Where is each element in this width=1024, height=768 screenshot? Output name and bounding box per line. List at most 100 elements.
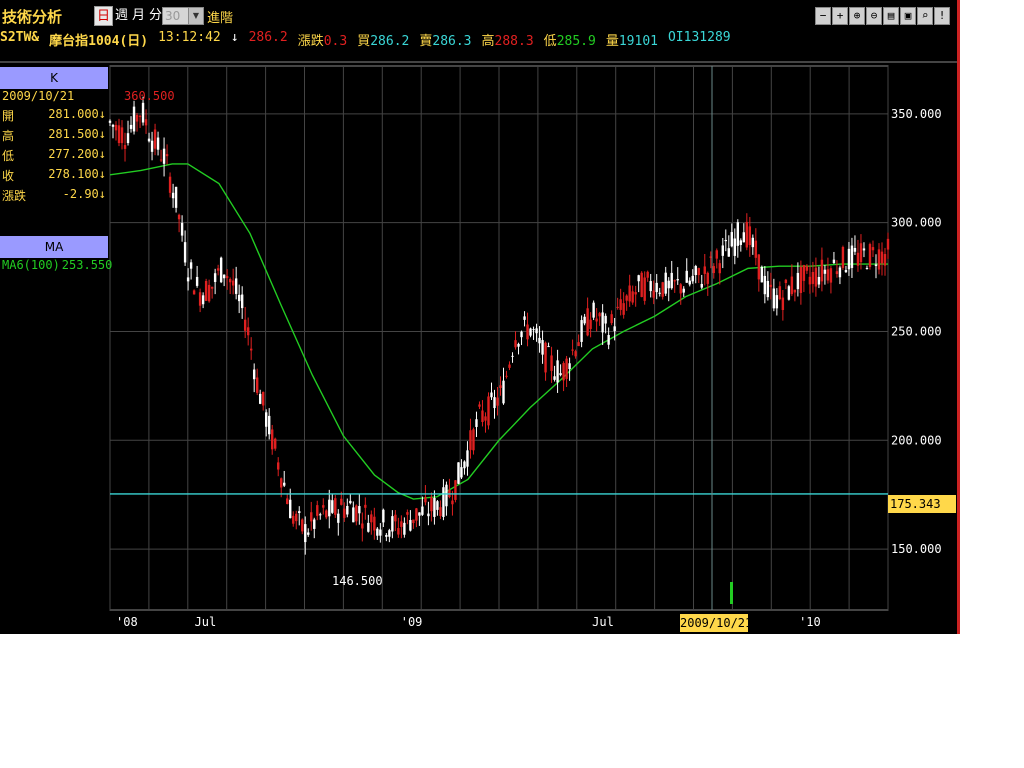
candle-body [580,320,583,342]
price-chart[interactable]: 360.500 146.500 350.000 300.000 250.000 200.… [0,0,960,634]
period-0[interactable]: 日 [94,6,114,26]
ask-label: 賣 [419,34,433,49]
print-icon[interactable]: ▤ [883,7,899,25]
candle-body [252,369,256,380]
candle-body [670,272,673,289]
candle-body [817,276,821,285]
candle-body [189,262,193,269]
candle-body [607,335,610,345]
advanced-button[interactable]: 進階 [207,7,233,26]
candle-body [240,294,244,309]
candle-body [760,266,764,283]
candle-body [592,302,595,318]
candle-body [613,326,616,332]
candle-body [865,267,869,269]
ma-panel-header: MA [0,236,108,258]
candle-body [364,504,367,508]
candle-body [631,291,634,303]
candle-body [490,392,493,398]
candle-body [265,412,268,427]
candle-body [625,295,628,301]
candle-body [538,337,541,344]
candle-body [442,487,445,517]
zoom-in-icon[interactable]: ⊕ [849,7,865,25]
candle-body [207,284,211,302]
candle-body [433,497,436,517]
candle-body [769,284,773,287]
low-label: 低 [543,34,557,49]
candle-body [724,239,727,242]
candle-body [463,461,466,469]
candle-body [295,513,298,522]
save-icon[interactable]: ▣ [900,7,916,25]
k-panel: K 2009/10/21 開 281.000↓ 高 281.500↓ 低 277.200↓… [0,67,108,207]
candle-body [757,254,761,280]
candle-body [292,515,295,524]
candle-body [123,145,127,149]
x-tick-label: Jul [195,615,217,629]
candle-body [231,280,235,286]
candle-body [523,316,526,320]
candle-body [304,524,307,543]
candle-body [835,271,839,275]
ma-panel: MA MA6(100) 253.550 [0,236,112,278]
candle-body [355,505,358,522]
candle-body [541,340,544,355]
candle-body [340,498,343,505]
chevron-down-icon[interactable]: ▼ [188,8,203,24]
chart-toolbar: − + ⊕ ⊖ ▤ ▣ ⌕! [815,7,950,25]
candle-body [358,506,361,514]
minus-icon[interactable]: − [815,7,831,25]
candle-body [481,410,484,423]
candle-body [886,238,890,250]
candle-body [718,263,721,274]
candle-body [562,362,565,381]
candle-body [322,505,325,508]
candle-body [832,259,836,264]
period-1[interactable]: 週 [113,6,131,26]
candle-body [400,521,403,527]
candle-body [219,257,223,283]
candle-body [559,373,562,376]
low-value: 285.9 [556,34,596,49]
candle-body [553,376,556,380]
app-title: 技術分析 [2,8,63,26]
candle-body [138,115,142,117]
candle-body [586,308,589,336]
candle-body [778,286,782,300]
plus-icon[interactable]: + [832,7,848,25]
y-tick-label: 150.000 [891,542,942,556]
quote-time: 13:12:42 [158,30,221,45]
zoom-out-icon[interactable]: ⊖ [866,7,882,25]
candle-body [204,280,208,301]
candle-body [691,275,694,282]
candle-body [132,106,136,132]
app-window: 360.500 146.500 350.000 300.000 250.000 200.… [0,0,960,634]
candle-body [346,505,349,515]
ask-value: 286.3 [432,34,472,49]
candle-body [808,276,812,285]
candle-body [283,482,286,486]
candle-body [198,292,202,306]
candle-body [460,467,463,478]
k-date: 2009/10/21 [2,89,75,103]
candle-body [111,124,115,127]
candle-body [186,277,190,282]
candle-body [649,281,652,292]
candle-body [604,315,607,324]
oi-label: OI [667,30,684,45]
high-label: 高 [481,34,495,49]
bid-value: 286.2 [370,34,410,49]
period-2[interactable]: 月 [130,6,148,26]
candle-body [646,271,649,278]
minute-dropdown[interactable]: 30 ▼ [162,7,204,25]
candle-body [502,380,505,404]
candle-body [676,279,679,281]
candle-body [177,214,181,220]
candle-body [316,505,319,516]
search-icon[interactable]: ⌕ [917,7,933,25]
candle-body [412,519,415,524]
info-icon[interactable]: ! [934,7,950,25]
x-tick-label: '08 [116,615,138,629]
y-tick-label: 200.000 [891,433,942,447]
